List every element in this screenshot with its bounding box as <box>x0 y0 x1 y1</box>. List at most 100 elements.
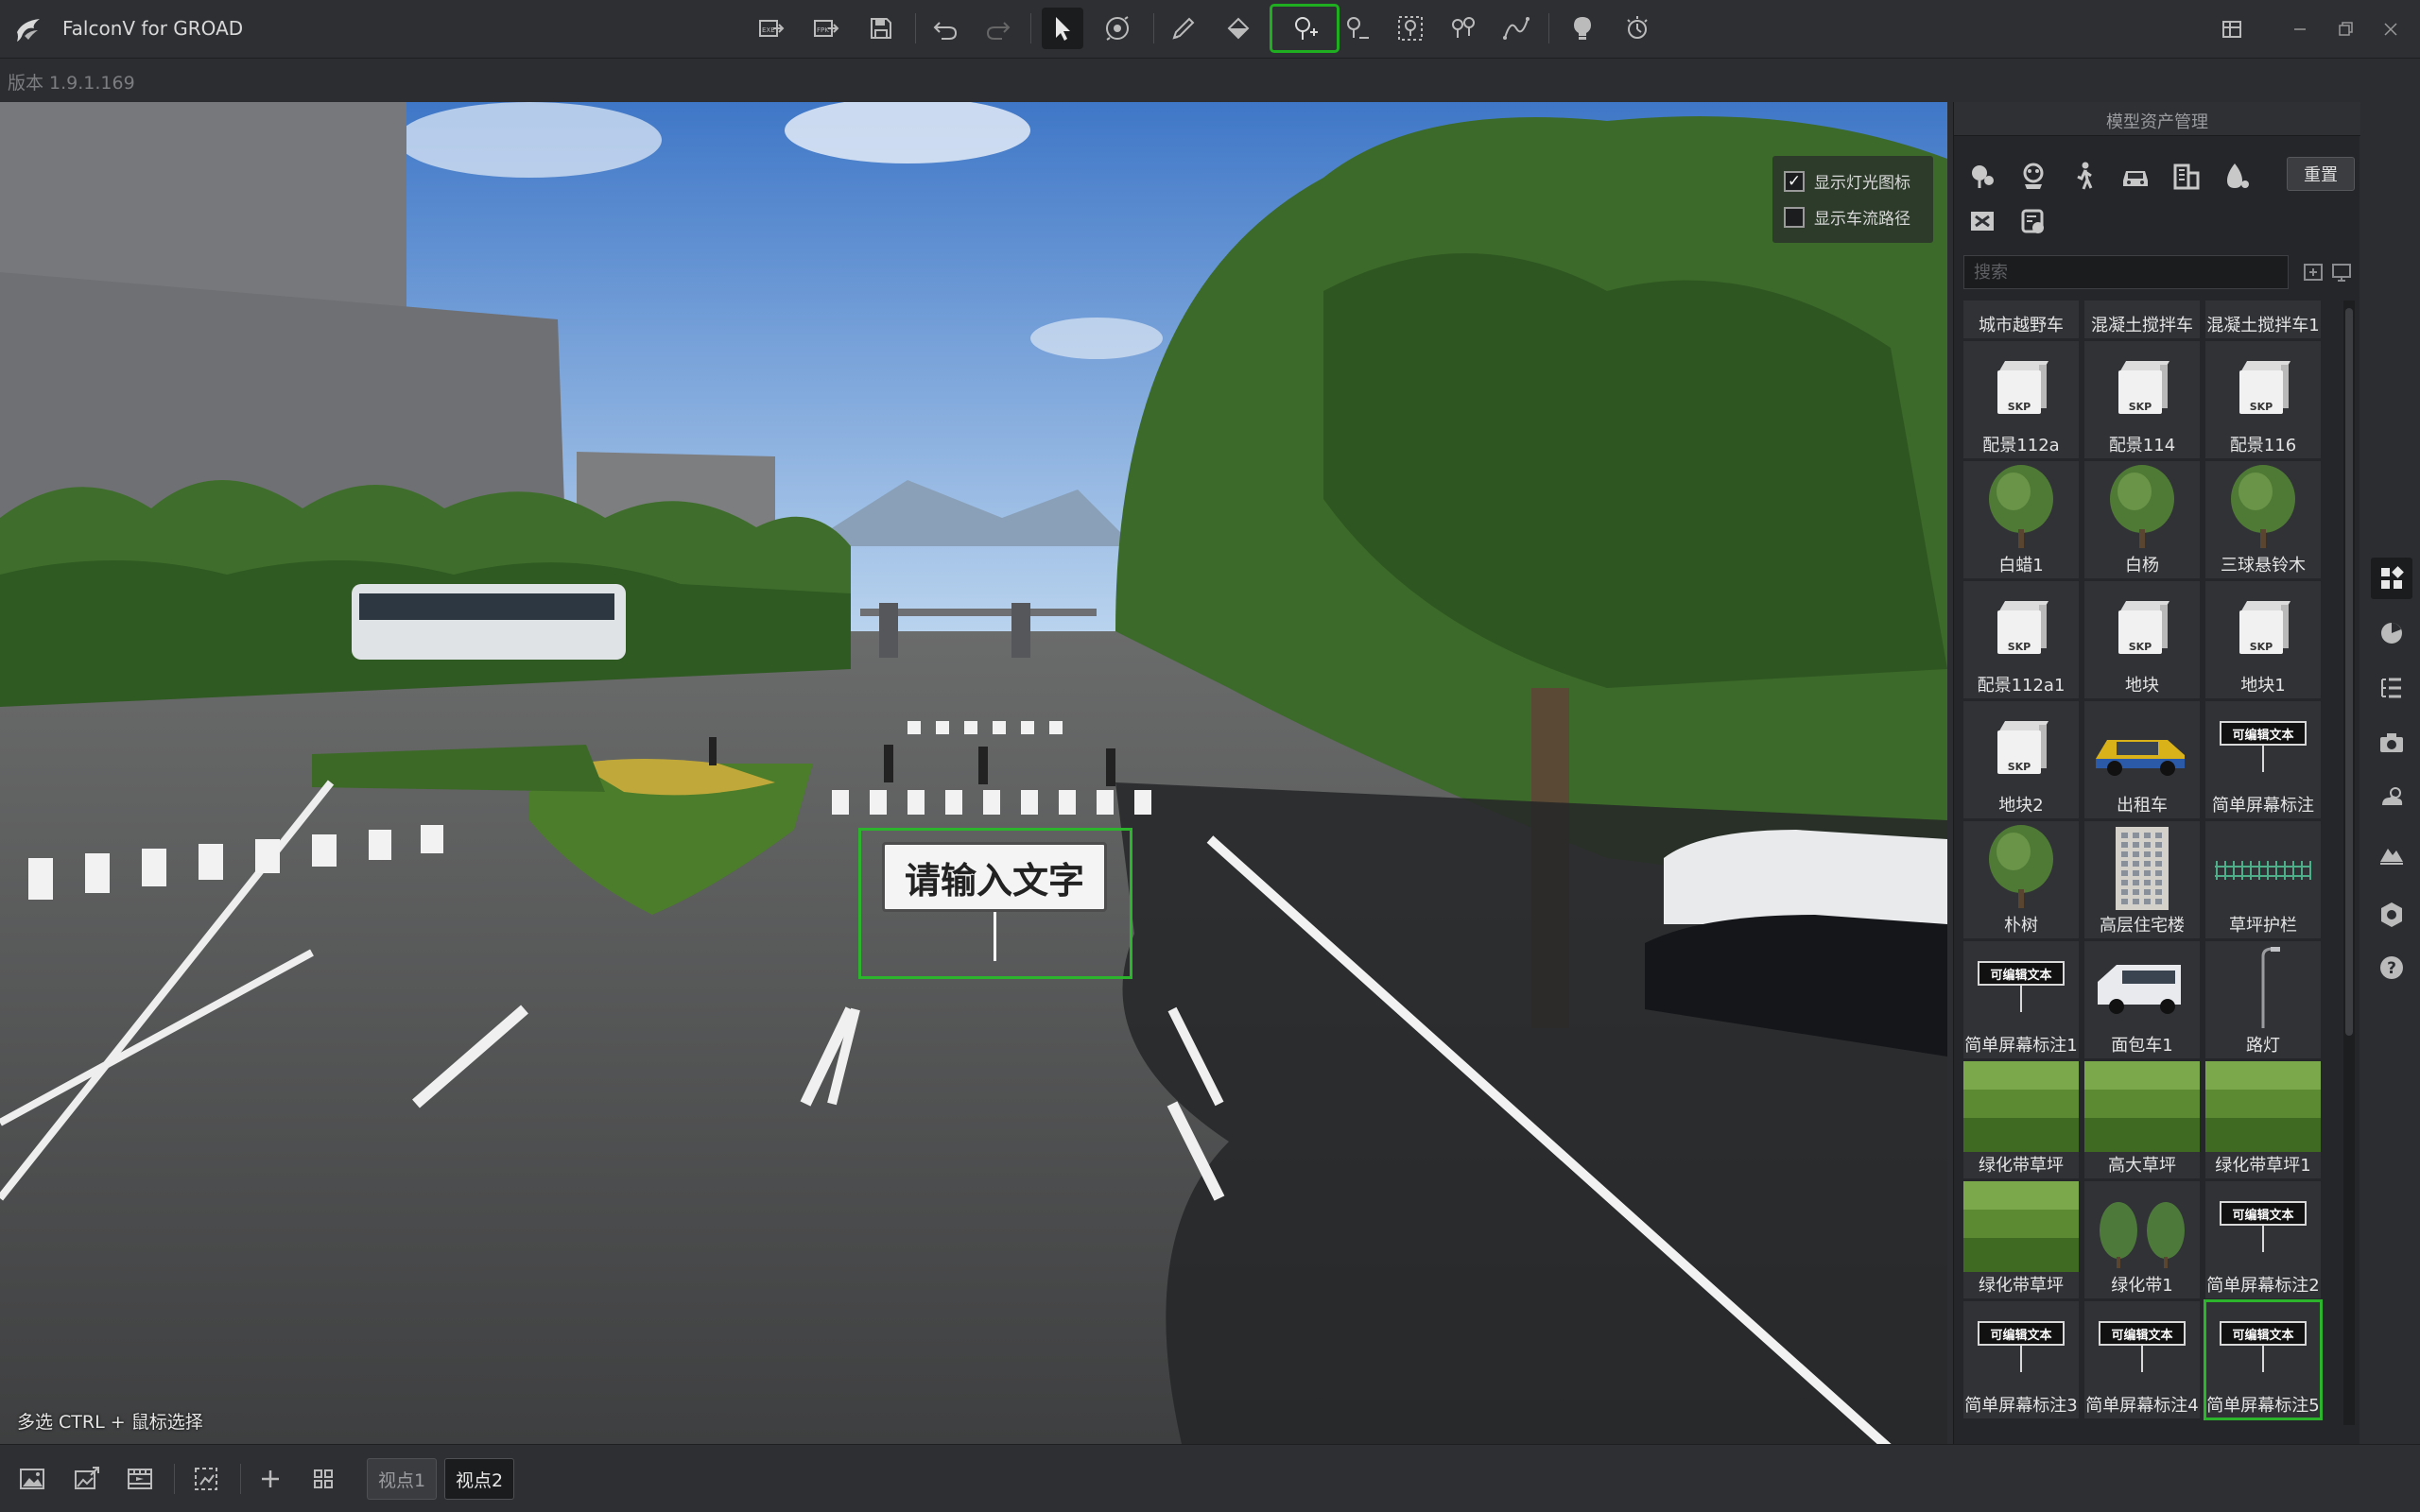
scroll-thumb[interactable] <box>2345 308 2353 1036</box>
show-light-icons-label: 显示灯光图标 <box>1814 174 1910 193</box>
category-buildings-icon[interactable] <box>2166 155 2207 197</box>
asset-tile[interactable]: 可编辑文本 简单屏幕标注 <box>2205 701 2321 818</box>
region-capture-icon[interactable] <box>185 1458 227 1500</box>
skp-label: SKP <box>2249 401 2273 413</box>
category-effects-icon[interactable] <box>2217 155 2258 197</box>
redo-icon[interactable] <box>977 8 1019 49</box>
tree-scatter-icon[interactable] <box>1443 8 1484 49</box>
export-image-icon[interactable] <box>66 1458 108 1500</box>
help-icon[interactable]: ? <box>2371 947 2412 988</box>
orbit-camera-icon[interactable] <box>1097 8 1138 49</box>
asset-tile[interactable]: 可编辑文本 简单屏幕标注4 <box>2084 1301 2200 1418</box>
asset-tile[interactable]: 出租车 <box>2084 701 2200 818</box>
select-pointer-icon[interactable] <box>1042 8 1083 49</box>
skp-model-icon: SKP <box>2084 341 2200 432</box>
asset-tile[interactable]: SKP 地块 <box>2084 581 2200 698</box>
layout-grid-icon[interactable] <box>2216 13 2248 45</box>
add-viewpoint-icon[interactable] <box>250 1458 291 1500</box>
asset-scrollbar[interactable] <box>2343 301 2355 1425</box>
record-video-icon[interactable] <box>119 1458 161 1500</box>
viewpoint-tab-2[interactable]: 视点2 <box>444 1458 514 1500</box>
export-fpk-icon[interactable]: FPK <box>805 8 847 49</box>
screen-annotation-icon: 可编辑文本 <box>2205 701 2321 792</box>
weather-time-icon[interactable] <box>1616 8 1658 49</box>
undo-icon[interactable] <box>925 8 966 49</box>
grass-thumbnail <box>1963 1061 2079 1152</box>
asset-tile[interactable]: 高大草坪 <box>2084 1061 2200 1178</box>
asset-library-icon[interactable] <box>2371 558 2412 599</box>
asset-tile[interactable]: SKP 地块1 <box>2205 581 2321 698</box>
category-text-icon[interactable] <box>1962 200 2003 242</box>
asset-tile[interactable]: SKP 配景112a1 <box>1963 581 2079 698</box>
close-icon[interactable] <box>2375 13 2407 45</box>
asset-tile[interactable]: SKP 配景116 <box>2205 341 2321 458</box>
asset-tile[interactable]: 白杨 <box>2084 461 2200 578</box>
asset-tile[interactable]: SKP 配景114 <box>2084 341 2200 458</box>
category-vehicles-icon[interactable] <box>2115 155 2156 197</box>
asset-search-input[interactable] <box>1963 255 2289 289</box>
tree-area-icon[interactable] <box>1390 8 1431 49</box>
asset-tile[interactable]: 朴树 <box>1963 821 2079 938</box>
asset-tile[interactable]: 绿化带草坪1 <box>2205 1061 2321 1178</box>
viewpoint-tab-1[interactable]: 视点1 <box>367 1458 437 1500</box>
show-light-icons-toggle[interactable]: ✓ 显示灯光图标 <box>1784 169 1910 193</box>
minimize-icon[interactable] <box>2284 13 2316 45</box>
asset-tile[interactable]: 混凝土搅拌车1 <box>2205 301 2321 338</box>
asset-tile[interactable]: 面包车1 <box>2084 941 2200 1058</box>
restore-icon[interactable] <box>2329 13 2361 45</box>
asset-tile[interactable]: 路灯 <box>2205 941 2321 1058</box>
weather-icon[interactable] <box>2371 777 2412 818</box>
category-custom-icon[interactable] <box>2013 200 2054 242</box>
camera-icon[interactable] <box>2371 722 2412 764</box>
asset-tile-label: 地块2 <box>1998 796 2044 816</box>
asset-tile[interactable]: 混凝土搅拌车 <box>2084 301 2200 338</box>
asset-tile[interactable]: 高层住宅楼 <box>2084 821 2200 938</box>
outliner-list-icon[interactable] <box>2371 667 2412 709</box>
asset-tile[interactable]: 草坪护栏 <box>2205 821 2321 938</box>
asset-tile-label: 配景112a <box>1982 436 2060 455</box>
checkbox-unchecked-icon[interactable] <box>1784 206 1805 228</box>
import-asset-icon[interactable] <box>2298 257 2328 287</box>
asset-tile[interactable]: 绿化带草坪 <box>1963 1061 2079 1178</box>
asset-tile[interactable]: 可编辑文本 简单屏幕标注3 <box>1963 1301 2079 1418</box>
paint-bucket-icon[interactable] <box>1218 8 1259 49</box>
reset-button[interactable]: 重置 <box>2287 157 2355 191</box>
show-traffic-path-toggle[interactable]: 显示车流路径 <box>1784 205 1910 229</box>
asset-tile[interactable]: SKP 配景112a <box>1963 341 2079 458</box>
materials-icon[interactable] <box>2371 612 2412 654</box>
category-landscape-icon[interactable] <box>2013 155 2054 197</box>
screenshot-icon[interactable] <box>11 1458 53 1500</box>
asset-tile-label: 简单屏幕标注4 <box>2085 1396 2199 1416</box>
pen-icon[interactable] <box>1163 8 1204 49</box>
path-curve-icon[interactable] <box>1495 8 1537 49</box>
add-tree-icon[interactable] <box>1270 4 1340 53</box>
save-icon[interactable] <box>860 8 902 49</box>
3d-viewport[interactable]: ✓ 显示灯光图标 显示车流路径 请输入文字 多选 CTRL + 鼠标选择 <box>0 102 1947 1444</box>
asset-tile[interactable]: 白蜡1 <box>1963 461 2079 578</box>
asset-tile[interactable]: SKP 地块2 <box>1963 701 2079 818</box>
text-annotation-label[interactable]: 请输入文字 <box>882 842 1107 912</box>
asset-preview-icon[interactable] <box>2326 257 2357 287</box>
text-annotation-selection[interactable]: 请输入文字 <box>858 828 1132 979</box>
viewpoint-grid-icon[interactable] <box>302 1458 344 1500</box>
tree-row-icon[interactable] <box>1337 8 1378 49</box>
settings-icon[interactable] <box>2371 894 2412 936</box>
asset-tile[interactable]: 可编辑文本 简单屏幕标注5 <box>2204 1299 2323 1420</box>
export-exe-icon[interactable]: EXE <box>751 8 792 49</box>
vehicle-thumbnail <box>2205 301 2321 312</box>
asset-tile[interactable]: 城市越野车 <box>1963 301 2079 338</box>
checkbox-checked-icon[interactable]: ✓ <box>1784 170 1805 192</box>
asset-tile[interactable]: 可编辑文本 简单屏幕标注1 <box>1963 941 2079 1058</box>
asset-manager-panel: 模型资产管理 重置 城市越野车混凝土搅拌车混凝土搅拌车1SKP配景112aSKP… <box>1953 102 2360 1444</box>
light-bulb-icon[interactable] <box>1562 8 1603 49</box>
asset-tile[interactable]: 三球悬铃木 <box>2205 461 2321 578</box>
category-plants-icon[interactable] <box>1962 155 2003 197</box>
scene-render <box>0 102 1947 1444</box>
asset-tile[interactable]: 可编辑文本 简单屏幕标注2 <box>2205 1181 2321 1298</box>
asset-tile[interactable]: 绿化带草坪 <box>1963 1181 2079 1298</box>
asset-tile-label: 绿化带草坪 <box>1979 1276 2064 1296</box>
category-people-icon[interactable] <box>2064 155 2105 197</box>
editable-text-label: 可编辑文本 <box>2220 1201 2307 1226</box>
asset-tile[interactable]: 绿化带1 <box>2084 1181 2200 1298</box>
terrain-icon[interactable] <box>2371 832 2412 873</box>
